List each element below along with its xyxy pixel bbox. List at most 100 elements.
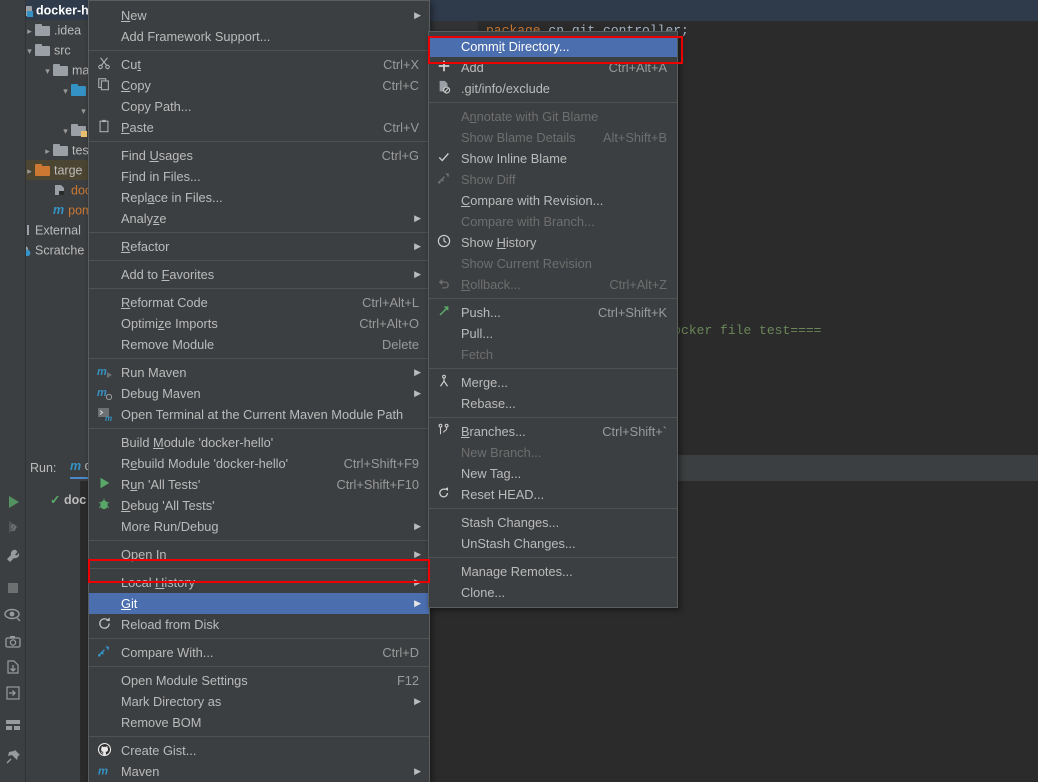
menu-item-replace-in-files[interactable]: Replace in Files... (89, 187, 429, 208)
menu-item-label: Copy (121, 78, 151, 93)
menu-item-analyze[interactable]: Analyze ▶ (89, 208, 429, 229)
menu-item-show-history[interactable]: Show History (429, 232, 677, 253)
menu-item-new[interactable]: New ▶ (89, 5, 429, 26)
menu-item-new-tag[interactable]: New Tag... (429, 463, 677, 484)
menu-separator (89, 141, 429, 142)
menu-item-shortcut: Ctrl+Alt+Z (609, 277, 667, 292)
menu-item-label: Debug Maven (121, 386, 201, 401)
chevron-down-icon[interactable]: ▾ (42, 61, 53, 81)
menu-item-remove-bom[interactable]: Remove BOM (89, 712, 429, 733)
menu-item-refactor[interactable]: Refactor ▶ (89, 236, 429, 257)
tree-item-label: tes (72, 143, 89, 158)
menu-item-label: Paste (121, 120, 154, 135)
menu-item-remove-module[interactable]: Remove Module Delete (89, 334, 429, 355)
menu-item-compare-with[interactable]: Compare With... Ctrl+D (89, 642, 429, 663)
menu-item-shortcut: Alt+Shift+B (602, 130, 667, 145)
layout-icon[interactable] (4, 716, 22, 734)
menu-item-label: Compare with Revision... (461, 193, 604, 208)
rerun-failed-icon[interactable]: 9 (4, 518, 22, 536)
menu-item-merge[interactable]: Merge... (429, 372, 677, 393)
chevron-right-icon[interactable]: ▸ (42, 141, 53, 161)
filter-eye-icon[interactable] (4, 606, 22, 624)
menu-item-branches[interactable]: Branches... Ctrl+Shift+` (429, 421, 677, 442)
menu-item-show-current-revision: Show Current Revision (429, 253, 677, 274)
menu-item-stash-changes[interactable]: Stash Changes... (429, 512, 677, 533)
menu-item-label: Run Maven (121, 365, 187, 380)
menu-item-label: More Run/Debug (121, 519, 219, 534)
menu-item-paste[interactable]: Paste Ctrl+V (89, 117, 429, 138)
menu-item-rebuild-module-docker-hello[interactable]: Rebuild Module 'docker-hello' Ctrl+Shift+… (89, 453, 429, 474)
menu-item-git-info-exclude[interactable]: .git/info/exclude (429, 78, 677, 99)
project-context-menu[interactable]: New ▶ Add Framework Support... Cut Ctrl+X Cop… (88, 0, 430, 782)
github-icon (97, 742, 114, 759)
menu-item-build-module-docker-hello[interactable]: Build Module 'docker-hello' (89, 432, 429, 453)
export-icon[interactable] (4, 658, 22, 676)
menu-item-show-inline-blame[interactable]: Show Inline Blame (429, 148, 677, 169)
menu-item-open-module-settings[interactable]: Open Module Settings F12 (89, 670, 429, 691)
menu-item-open-in[interactable]: Open In ▶ (89, 544, 429, 565)
folder-icon (53, 144, 68, 156)
menu-item-compare-with-revision[interactable]: Compare with Revision... (429, 190, 677, 211)
plus-icon (437, 59, 454, 76)
menu-item-clone[interactable]: Clone... (429, 582, 677, 603)
menu-item-create-gist[interactable]: Create Gist... (89, 740, 429, 761)
menu-item-git[interactable]: Git ▶ (89, 593, 429, 614)
git-submenu[interactable]: Commit Directory... Add Ctrl+Alt+A .git/inf… (428, 31, 678, 608)
menu-item-add-to-favorites[interactable]: Add to Favorites ▶ (89, 264, 429, 285)
menu-item-add-framework-support[interactable]: Add Framework Support... (89, 26, 429, 47)
camera-icon[interactable] (4, 633, 22, 651)
menu-item-label: Build Module 'docker-hello' (121, 435, 274, 450)
menu-separator (429, 102, 677, 103)
submenu-arrow-icon: ▶ (414, 367, 421, 377)
menu-item-label: Show Inline Blame (461, 151, 567, 166)
menu-item-mark-directory-as[interactable]: Mark Directory as ▶ (89, 691, 429, 712)
menu-item-label: Replace in Files... (121, 190, 223, 205)
left-tool-strip[interactable]: 9 (0, 0, 26, 782)
maven-run-icon: m (97, 364, 114, 381)
menu-item-pull[interactable]: Pull... (429, 323, 677, 344)
run-tree-row[interactable]: ✓ doc (50, 492, 86, 507)
menu-item-debug-maven[interactable]: m Debug Maven ▶ (89, 383, 429, 404)
menu-item-maven[interactable]: m Maven ▶ (89, 761, 429, 782)
pin-icon[interactable] (4, 748, 22, 766)
menu-separator (89, 260, 429, 261)
import-icon[interactable] (4, 684, 22, 702)
menu-item-rebase[interactable]: Rebase... (429, 393, 677, 414)
menu-item-run-all-tests[interactable]: Run 'All Tests' Ctrl+Shift+F10 (89, 474, 429, 495)
menu-item-debug-all-tests[interactable]: Debug 'All Tests' (89, 495, 429, 516)
submenu-arrow-icon: ▶ (414, 549, 421, 559)
run-green-icon (97, 476, 114, 493)
menu-item-label: Find in Files... (121, 169, 201, 184)
chevron-down-icon[interactable]: ▾ (60, 81, 71, 101)
menu-item-cut[interactable]: Cut Ctrl+X (89, 54, 429, 75)
menu-item-add[interactable]: Add Ctrl+Alt+A (429, 57, 677, 78)
menu-item-find-usages[interactable]: Find Usages Ctrl+G (89, 145, 429, 166)
menu-item-push[interactable]: Push... Ctrl+Shift+K (429, 302, 677, 323)
menu-item-reload-from-disk[interactable]: Reload from Disk (89, 614, 429, 635)
menu-item-label: Manage Remotes... (461, 564, 573, 579)
stop-icon[interactable] (4, 579, 22, 597)
menu-item-find-in-files[interactable]: Find in Files... (89, 166, 429, 187)
chevron-down-icon[interactable]: ▾ (60, 121, 71, 141)
menu-item-local-history[interactable]: Local History ▶ (89, 572, 429, 593)
menu-item-reformat-code[interactable]: Reformat Code Ctrl+Alt+L (89, 292, 429, 313)
menu-item-manage-remotes[interactable]: Manage Remotes... (429, 561, 677, 582)
menu-item-optimize-imports[interactable]: Optimize Imports Ctrl+Alt+O (89, 313, 429, 334)
menu-item-open-terminal-at-the-current-maven-module-path[interactable]: m Open Terminal at the Current Maven Modu… (89, 404, 429, 425)
menu-item-label: Push... (461, 305, 501, 320)
settings-wrench-icon[interactable] (4, 547, 22, 565)
menu-item-copy[interactable]: Copy Ctrl+C (89, 75, 429, 96)
menu-item-copy-path[interactable]: Copy Path... (89, 96, 429, 117)
svg-text:9: 9 (11, 523, 16, 533)
menu-item-unstash-changes[interactable]: UnStash Changes... (429, 533, 677, 554)
menu-item-run-maven[interactable]: m Run Maven ▶ (89, 362, 429, 383)
tree-item-label: src (54, 43, 71, 58)
submenu-arrow-icon: ▶ (414, 241, 421, 251)
run-icon[interactable] (4, 493, 22, 511)
menu-item-label: Merge... (461, 375, 508, 390)
svg-text:m: m (97, 387, 107, 399)
menu-item-reset-head[interactable]: Reset HEAD... (429, 484, 677, 505)
menu-item-more-run-debug[interactable]: More Run/Debug ▶ (89, 516, 429, 537)
menu-item-commit-directory[interactable]: Commit Directory... (429, 36, 677, 57)
docker-file-icon (53, 184, 67, 196)
